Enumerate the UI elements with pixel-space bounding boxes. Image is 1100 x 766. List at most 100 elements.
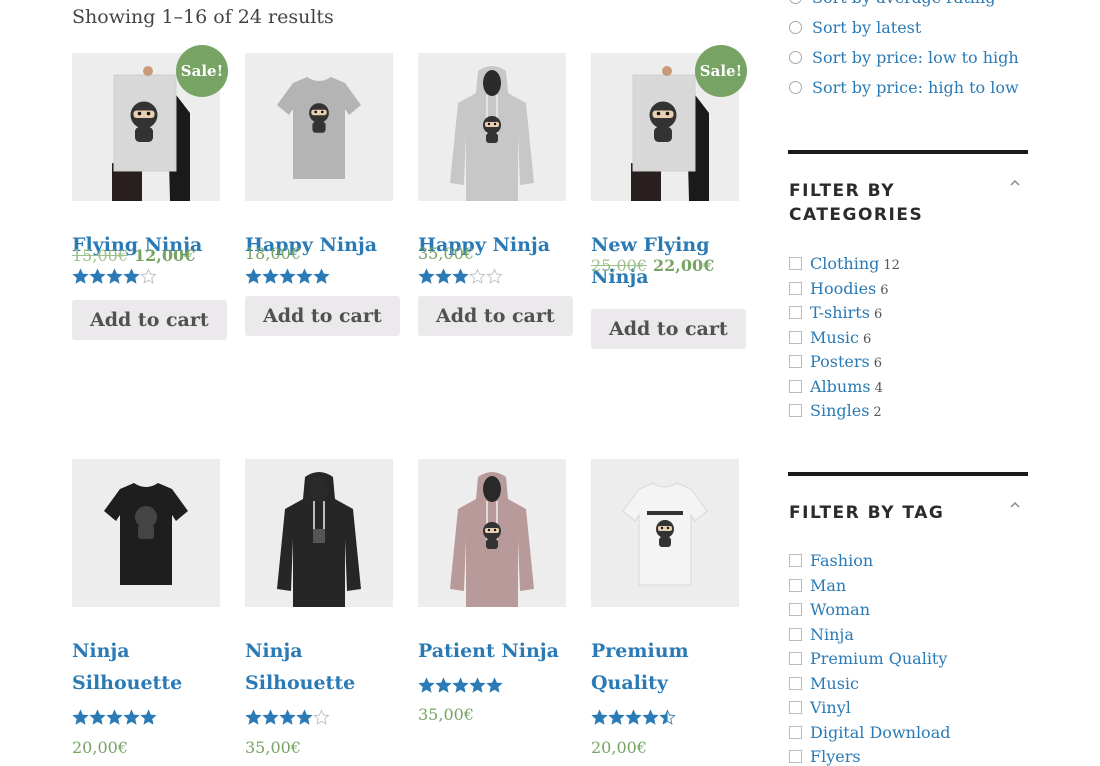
tag-filter-item[interactable]: Fashion	[789, 551, 873, 570]
current-price: 22,00€	[652, 256, 715, 275]
checkbox[interactable]	[789, 379, 802, 393]
product-image[interactable]	[591, 459, 739, 607]
product-image[interactable]	[72, 459, 220, 607]
add-to-cart-button[interactable]: Add to cart	[418, 296, 573, 336]
star-icon	[313, 709, 330, 725]
star-icon	[452, 677, 469, 693]
checkbox[interactable]	[789, 330, 802, 344]
tag-label: Premium Quality	[810, 649, 948, 668]
checkbox[interactable]	[789, 306, 802, 319]
category-label: Albums	[810, 376, 871, 396]
tag-filter-item[interactable]: Music	[789, 674, 859, 693]
sort-option[interactable]: Sort by average rating	[789, 0, 995, 7]
add-to-cart-button[interactable]: Add to cart	[591, 309, 746, 349]
tshirt-black-icon	[104, 483, 188, 585]
checkbox[interactable]	[789, 725, 802, 739]
checkbox[interactable]	[789, 750, 802, 763]
checkbox[interactable]	[789, 652, 802, 665]
category-filter-item[interactable]: Posters 6	[789, 352, 882, 371]
checkbox[interactable]	[789, 257, 802, 270]
product-title-link[interactable]: Ninja Silhouette	[72, 635, 222, 699]
product-title-line: Silhouette	[245, 672, 356, 694]
product-title-link[interactable]: Patient Ninja	[418, 635, 568, 667]
current-price: 35,00€	[418, 705, 474, 724]
star-icon	[140, 268, 157, 284]
star-icon	[89, 268, 106, 284]
radio-button[interactable]	[789, 21, 802, 34]
add-to-cart-button[interactable]: Add to cart	[245, 296, 400, 336]
old-price: 15,00€	[72, 246, 128, 265]
result-count: Showing 1–16 of 24 results	[72, 6, 334, 28]
chevron-up-icon[interactable]	[1008, 500, 1022, 510]
star-icon	[469, 677, 486, 693]
checkbox[interactable]	[789, 603, 802, 616]
category-filter-item[interactable]: Clothing 12	[789, 254, 900, 273]
star-icon	[469, 268, 486, 284]
checkbox[interactable]	[789, 554, 802, 567]
tag-filter-item[interactable]: Vinyl	[789, 698, 851, 717]
star-icon	[245, 709, 262, 725]
category-label: Hoodies	[810, 278, 877, 298]
tshirt-white-icon	[622, 482, 708, 586]
category-filter-item[interactable]: Albums 4	[789, 377, 883, 396]
radio-button[interactable]	[789, 51, 802, 64]
star-icon	[608, 709, 625, 725]
category-filter-item[interactable]: Hoodies 6	[789, 279, 889, 298]
tag-filter-item[interactable]: Man	[789, 576, 846, 595]
category-count: 4	[874, 380, 883, 396]
hoodie-grey-icon	[450, 66, 534, 201]
tag-filter-item[interactable]: Ninja	[789, 625, 854, 644]
sort-option-label: Sort by latest	[812, 18, 922, 37]
add-to-cart-button[interactable]: Add to cart	[72, 300, 227, 340]
star-icon	[123, 268, 140, 284]
star-rating	[245, 268, 330, 286]
product-title-line: Silhouette	[72, 672, 183, 694]
checkbox[interactable]	[789, 281, 802, 295]
checkbox[interactable]	[789, 627, 802, 641]
tag-filter-item[interactable]: Woman	[789, 600, 870, 619]
star-icon	[642, 709, 659, 725]
product-image[interactable]	[245, 53, 393, 201]
checkbox[interactable]	[789, 355, 802, 368]
checkbox[interactable]	[789, 404, 802, 417]
star-icon	[262, 709, 279, 725]
star-icon	[313, 268, 330, 284]
product-image[interactable]	[418, 459, 566, 607]
product-price: 35,00€	[418, 705, 474, 724]
tag-label: Fashion	[810, 551, 874, 570]
tag-filter-item[interactable]: Flyers	[789, 747, 861, 766]
sort-option[interactable]: Sort by price: low to high	[789, 48, 1019, 67]
product-price: 20,00€	[591, 738, 647, 757]
radio-button[interactable]	[789, 81, 802, 94]
star-icon	[245, 268, 262, 284]
product-title-line: Ninja	[245, 640, 303, 662]
star-icon	[452, 268, 469, 284]
star-icon	[418, 677, 435, 693]
star-rating	[418, 677, 503, 695]
category-filter-item[interactable]: Singles 2	[789, 401, 882, 420]
product-title-link[interactable]: Premium Quality	[591, 635, 741, 699]
category-filter-item[interactable]: T-shirts 6	[789, 303, 882, 322]
sort-option[interactable]: Sort by latest	[789, 18, 921, 37]
chevron-up-icon[interactable]	[1008, 178, 1022, 188]
radio-button[interactable]	[789, 0, 802, 4]
sort-option[interactable]: Sort by price: high to low	[789, 78, 1019, 97]
product-image[interactable]	[418, 53, 566, 201]
checkbox[interactable]	[789, 701, 802, 714]
product-image[interactable]	[245, 459, 393, 607]
checkbox[interactable]	[789, 676, 802, 690]
current-price: 20,00€	[72, 738, 128, 757]
checkbox[interactable]	[789, 578, 802, 592]
star-icon	[296, 268, 313, 284]
category-filter-item[interactable]: Music 6	[789, 328, 871, 347]
tag-label: Digital Download	[810, 722, 951, 742]
sort-option-label: Sort by price: high to low	[812, 78, 1019, 97]
tag-filter-item[interactable]: Premium Quality	[789, 649, 947, 668]
category-count: 6	[862, 331, 872, 347]
product-title-line: Patient Ninja	[418, 640, 559, 662]
tag-filter-item[interactable]: Digital Download	[789, 723, 950, 742]
star-icon	[486, 677, 503, 693]
product-title-line: Premium	[591, 640, 689, 662]
product-title-link[interactable]: Ninja Silhouette	[245, 635, 395, 699]
widget-divider	[788, 472, 1028, 476]
